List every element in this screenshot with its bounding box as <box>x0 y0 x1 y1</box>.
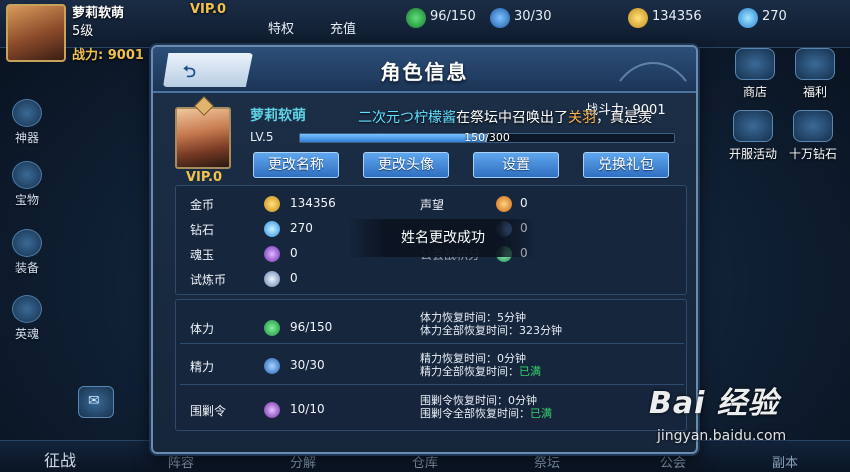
player-level: 5级 <box>72 24 94 39</box>
side-treasure-button[interactable]: 宝物 <box>8 160 46 208</box>
row-divider <box>180 343 684 344</box>
siege-order-value: 10/10 <box>290 402 325 416</box>
vip-badge[interactable]: VIP.0 <box>190 2 226 17</box>
soul-jade-icon <box>264 246 280 262</box>
stamina-recover-time: 体力恢复时间：5分钟 <box>420 311 526 324</box>
gold-value: 134356 <box>290 196 336 210</box>
stamina-label: 体力 <box>190 322 215 336</box>
stamina-full-time: 体力全部恢复时间：323分钟 <box>420 324 562 337</box>
diamond-label: 钻石 <box>190 223 215 237</box>
diamond-event-icon <box>793 110 833 142</box>
vip-level: VIP.0 <box>185 170 223 185</box>
character-level: LV.5 <box>250 130 274 144</box>
stamina-icon <box>264 320 280 336</box>
redeem-gift-button[interactable]: 兑换礼包 <box>583 152 669 178</box>
character-name: 萝莉软萌 <box>250 108 306 124</box>
soul-jade-value: 0 <box>290 246 298 260</box>
prestige-value: 0 <box>520 196 528 210</box>
trial-coin-value: 0 <box>290 271 298 285</box>
gold-coin-icon <box>628 8 648 28</box>
gold-label: 金币 <box>190 198 215 212</box>
artifact-icon <box>12 99 42 127</box>
stamina-icon <box>406 8 426 28</box>
watermark-logo: Bai 经验 <box>649 386 779 421</box>
settings-button[interactable]: 设置 <box>473 152 559 178</box>
prestige-label: 声望 <box>420 198 445 212</box>
tab-warehouse[interactable]: 仓库 <box>412 452 438 471</box>
treasure-icon <box>12 161 42 189</box>
recovery-panel: 体力 96/150 体力恢复时间：5分钟 体力全部恢复时间：323分钟 精力 3… <box>175 299 687 431</box>
change-name-button[interactable]: 更改名称 <box>253 152 339 178</box>
baidu-watermark: Bai 经验 jingyan.baidu.com <box>649 378 849 472</box>
trial-coin-label: 试炼币 <box>190 273 227 287</box>
energy-value: 30/30 <box>290 358 325 372</box>
energy-recover-time: 精力恢复时间：0分钟 <box>420 352 526 365</box>
power-label: 战力: 9001 <box>72 48 144 63</box>
energy-label: 精力 <box>190 360 215 374</box>
player-avatar[interactable] <box>6 4 66 62</box>
event-icon <box>733 110 773 142</box>
welfare-button[interactable]: 福利 <box>786 44 844 100</box>
siege-order-icon <box>264 402 280 418</box>
side-hero-soul-button[interactable]: 英魂 <box>8 294 46 342</box>
player-name: 萝莉软萌 <box>72 6 125 21</box>
shop-button[interactable]: 商店 <box>726 44 784 100</box>
announcement-marquee: 二次元つ柠檬酱在祭坛中召唤出了关羽，真是羡 <box>358 110 652 126</box>
privilege-tab[interactable]: 特权 <box>268 18 294 37</box>
top-bar: 萝莉软萌 5级 VIP.0 战力: 9001 特权 充值 96/150 30/3… <box>0 0 850 63</box>
side-artifact-button[interactable]: 神器 <box>8 98 46 146</box>
top-energy: 30/30 <box>514 9 552 24</box>
top-gold: 134356 <box>652 9 702 24</box>
diamond-icon <box>264 221 280 237</box>
tab-lineup[interactable]: 阵容 <box>168 452 194 471</box>
hero-soul-icon <box>12 295 42 323</box>
stamina-value: 96/150 <box>290 320 333 334</box>
energy-icon <box>264 358 280 374</box>
soul-jade-label: 魂玉 <box>190 248 215 262</box>
siege-full-time: 围剿令全部恢复时间：已满 <box>420 407 552 420</box>
watermark-url: jingyan.baidu.com <box>657 428 787 444</box>
diamond-icon <box>738 8 758 28</box>
energy-icon <box>490 8 510 28</box>
tab-altar[interactable]: 祭坛 <box>534 452 560 471</box>
experience-text: 150/300 <box>464 131 510 144</box>
side-equipment-button[interactable]: 装备 <box>8 228 46 276</box>
gift-icon <box>795 48 835 80</box>
trial-coin-icon <box>264 271 280 287</box>
chat-button[interactable]: ✉ <box>78 386 114 418</box>
chat-icon: ✉ <box>88 393 100 409</box>
gold-coin-icon <box>264 196 280 212</box>
row-divider <box>180 384 684 385</box>
recharge-tab[interactable]: 充值 <box>330 18 356 37</box>
rename-success-toast: 姓名更改成功 <box>348 219 538 257</box>
top-stamina: 96/150 <box>430 9 476 24</box>
prestige-icon <box>496 196 512 212</box>
tab-campaign[interactable]: 征战 <box>44 447 76 471</box>
energy-full-time: 精力全部恢复时间：已满 <box>420 365 541 378</box>
dialog-title: 角色信息 <box>380 60 469 84</box>
server-event-button[interactable]: 开服活动 <box>724 106 782 162</box>
character-info-dialog: ⮌ 角色信息 VIP.0 萝莉软萌 战斗力: 9001 二次元つ柠檬酱在祭坛中召… <box>151 45 698 454</box>
siege-recover-time: 围剿令恢复时间：0分钟 <box>420 394 537 407</box>
siege-order-label: 围剿令 <box>190 404 227 418</box>
top-diamond: 270 <box>762 9 787 24</box>
diamond-value: 270 <box>290 221 313 235</box>
tab-decompose[interactable]: 分解 <box>290 452 316 471</box>
diamond-event-button[interactable]: 十万钻石 <box>784 106 842 162</box>
shop-icon <box>735 48 775 80</box>
character-portrait[interactable] <box>175 107 231 169</box>
equipment-icon <box>12 229 42 257</box>
change-avatar-button[interactable]: 更改头像 <box>363 152 449 178</box>
